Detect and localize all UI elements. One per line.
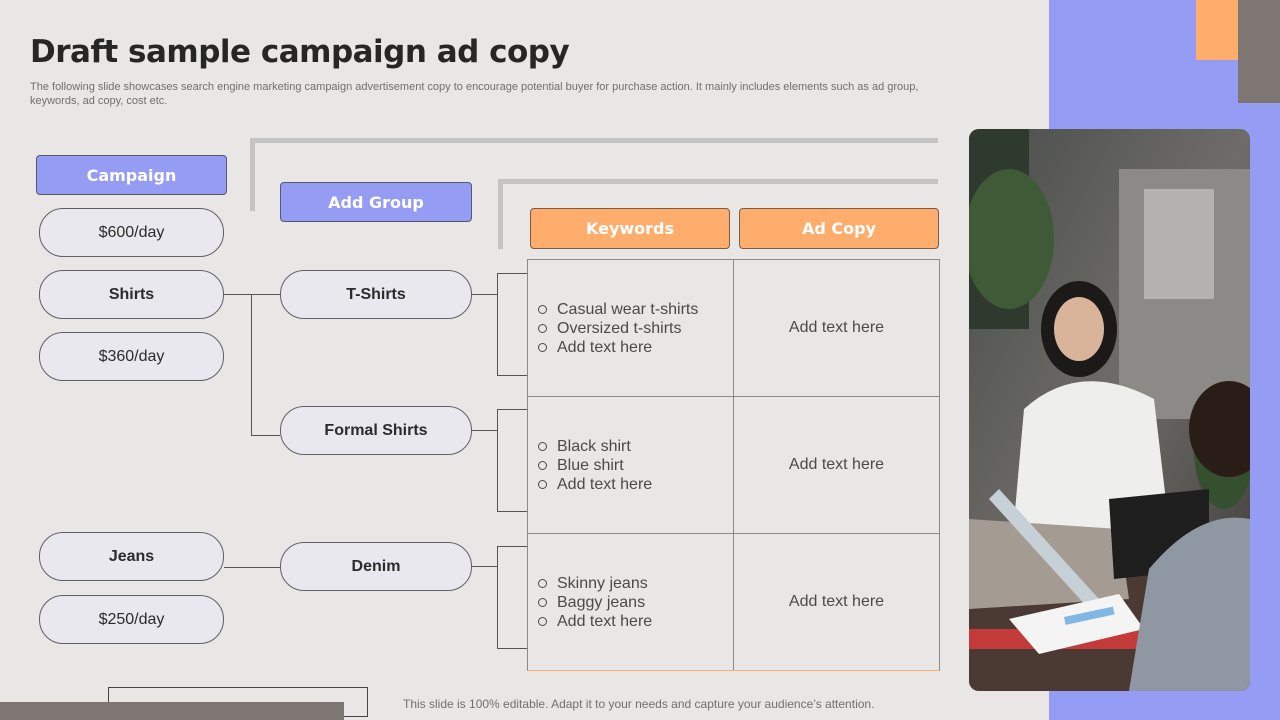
keywords-list: Casual wear t-shirts Oversized t-shirts … bbox=[538, 260, 698, 396]
connector-line bbox=[472, 430, 498, 431]
connector-line bbox=[497, 511, 527, 512]
connector-line bbox=[224, 294, 280, 295]
keyword-item: Add text here bbox=[538, 612, 652, 631]
ad-copy-text: Add text here bbox=[788, 593, 885, 610]
connector-line bbox=[472, 566, 498, 567]
keyword-item: Blue shirt bbox=[538, 456, 652, 475]
ad-copy-cell: Add text here bbox=[734, 397, 939, 534]
keyword-item: Skinny jeans bbox=[538, 574, 652, 593]
office-meeting-photo bbox=[969, 129, 1250, 691]
keyword-item: Oversized t-shirts bbox=[538, 319, 698, 338]
bullet-icon bbox=[538, 323, 547, 333]
page-title: Draft sample campaign ad copy bbox=[30, 34, 570, 70]
connector-line bbox=[497, 409, 498, 512]
keyword-item: Add text here bbox=[538, 475, 652, 494]
connector-line bbox=[224, 567, 280, 568]
keywords-cell: Skinny jeans Baggy jeans Add text here bbox=[528, 534, 734, 670]
keywords-list: Skinny jeans Baggy jeans Add text here bbox=[538, 534, 652, 670]
connector-line bbox=[497, 546, 527, 547]
connector-line bbox=[497, 273, 498, 376]
keyword-text: Baggy jeans bbox=[557, 593, 646, 611]
keyword-text: Add text here bbox=[557, 612, 653, 630]
keywords-cell: Casual wear t-shirts Oversized t-shirts … bbox=[528, 260, 734, 397]
budget-pill: $250/day bbox=[39, 595, 224, 644]
connector-line bbox=[251, 294, 252, 436]
budget-pill: $600/day bbox=[39, 208, 224, 257]
bullet-icon bbox=[538, 616, 547, 626]
connector-line bbox=[497, 648, 527, 649]
ad-copy-cell: Add text here bbox=[734, 260, 939, 397]
keywords-header: Keywords bbox=[530, 208, 730, 249]
keyword-item: Casual wear t-shirts bbox=[538, 300, 698, 319]
connector-line bbox=[251, 435, 280, 436]
keywords-cell: Black shirt Blue shirt Add text here bbox=[528, 397, 734, 534]
connector-line bbox=[472, 294, 498, 295]
ad-group-pill-tshirts: T-Shirts bbox=[280, 270, 472, 319]
campaign-pill-shirts: Shirts bbox=[39, 270, 224, 319]
keyword-item: Baggy jeans bbox=[538, 593, 652, 612]
bullet-icon bbox=[538, 460, 547, 470]
ad-copy-text: Add text here bbox=[788, 456, 885, 473]
campaign-header: Campaign bbox=[36, 155, 227, 195]
ad-group-pill-formal-shirts: Formal Shirts bbox=[280, 406, 472, 455]
keywords-adcopy-table: Casual wear t-shirts Oversized t-shirts … bbox=[527, 259, 940, 671]
bullet-icon bbox=[538, 304, 547, 314]
footer-accent-bar bbox=[0, 702, 344, 720]
bullet-icon bbox=[538, 479, 547, 489]
keyword-text: Casual wear t-shirts bbox=[557, 300, 699, 318]
ad-group-pill-denim: Denim bbox=[280, 542, 472, 591]
keyword-item: Black shirt bbox=[538, 437, 652, 456]
keyword-item: Add text here bbox=[538, 338, 698, 357]
bullet-icon bbox=[538, 441, 547, 451]
ad-copy-cell: Add text here bbox=[734, 534, 939, 670]
gray-accent-block bbox=[1238, 0, 1280, 103]
keyword-text: Black shirt bbox=[557, 437, 631, 455]
keyword-text: Oversized t-shirts bbox=[557, 319, 682, 337]
orange-accent-block bbox=[1196, 0, 1238, 60]
bullet-icon bbox=[538, 342, 547, 352]
connector-line bbox=[497, 375, 527, 376]
page-subtitle: The following slide showcases search eng… bbox=[30, 81, 919, 107]
keyword-text: Add text here bbox=[557, 338, 653, 356]
connector-line bbox=[497, 409, 527, 410]
keywords-list: Black shirt Blue shirt Add text here bbox=[538, 397, 652, 533]
keyword-text: Blue shirt bbox=[557, 456, 624, 474]
add-group-header: Add Group bbox=[280, 182, 472, 222]
connector-line bbox=[497, 546, 498, 649]
ad-copy-header: Ad Copy bbox=[739, 208, 939, 249]
keyword-text: Skinny jeans bbox=[557, 574, 648, 592]
connector-line bbox=[497, 273, 527, 274]
bullet-icon bbox=[538, 578, 547, 588]
ad-copy-text: Add text here bbox=[788, 319, 885, 336]
campaign-pill-jeans: Jeans bbox=[39, 532, 224, 581]
bullet-icon bbox=[538, 597, 547, 607]
keyword-text: Add text here bbox=[557, 475, 653, 493]
footer-note: This slide is 100% editable. Adapt it to… bbox=[403, 697, 875, 711]
budget-pill: $360/day bbox=[39, 332, 224, 381]
